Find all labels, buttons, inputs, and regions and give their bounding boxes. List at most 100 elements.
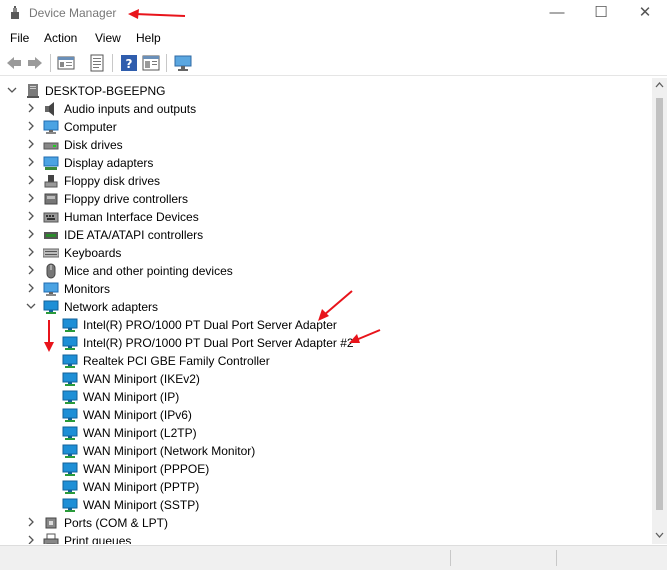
category-label: Monitors	[64, 282, 111, 296]
category-label: Audio inputs and outputs	[64, 102, 197, 116]
network-adapter-icon	[62, 354, 78, 368]
adapter-label: WAN Miniport (Network Monitor)	[83, 444, 256, 458]
adapter-label: WAN Miniport (PPPOE)	[83, 462, 210, 476]
tree-category[interactable]: Display adapters	[0, 154, 650, 172]
status-separator	[556, 550, 557, 566]
expand-chevron-icon[interactable]	[25, 120, 37, 132]
tree-category[interactable]: Human Interface Devices	[0, 208, 650, 226]
scroll-down-icon[interactable]	[654, 529, 665, 540]
expand-chevron-icon[interactable]	[25, 210, 37, 222]
adapter-label: WAN Miniport (L2TP)	[83, 426, 197, 440]
network-adapter-item[interactable]: WAN Miniport (SSTP)	[0, 496, 650, 514]
collapse-chevron-icon[interactable]	[25, 300, 37, 312]
expand-chevron-icon[interactable]	[25, 228, 37, 240]
back-icon[interactable]	[5, 54, 23, 72]
category-label: Human Interface Devices	[64, 210, 199, 224]
adapter-label: Intel(R) PRO/1000 PT Dual Port Server Ad…	[83, 318, 337, 332]
category-label: Floppy disk drives	[64, 174, 161, 188]
adapter-label: Realtek PCI GBE Family Controller	[83, 354, 270, 368]
forward-icon[interactable]	[26, 54, 44, 72]
tree-root-label: DESKTOP-BGEEPNG	[45, 84, 166, 98]
menu-bar: File Action View Help	[0, 28, 667, 50]
status-separator	[450, 550, 451, 566]
tree-category[interactable]: Computer	[0, 118, 650, 136]
category-label: Ports (COM & LPT)	[64, 516, 169, 530]
port-icon	[45, 517, 57, 529]
network-adapter-item[interactable]: WAN Miniport (PPPOE)	[0, 460, 650, 478]
network-adapter-icon	[62, 390, 78, 404]
adapter-label: WAN Miniport (IPv6)	[83, 408, 192, 422]
expand-chevron-icon[interactable]	[25, 174, 37, 186]
device-tree[interactable]: DESKTOP-BGEEPNG Audio inputs and outputs…	[0, 78, 652, 544]
tree-category[interactable]: Floppy disk drives	[0, 172, 650, 190]
menu-action[interactable]: Action	[44, 31, 77, 45]
network-adapter-item[interactable]: WAN Miniport (Network Monitor)	[0, 442, 650, 460]
network-adapter-item[interactable]: Intel(R) PRO/1000 PT Dual Port Server Ad…	[0, 316, 650, 334]
network-adapter-icon	[62, 498, 78, 512]
network-adapter-item[interactable]: WAN Miniport (L2TP)	[0, 424, 650, 442]
network-adapter-icon	[62, 426, 78, 440]
menu-help[interactable]: Help	[136, 31, 161, 45]
disk-drive-icon	[43, 142, 59, 150]
maximize-button[interactable]: ☐	[579, 0, 623, 28]
expand-chevron-icon[interactable]	[25, 102, 37, 114]
network-adapter-item[interactable]: Realtek PCI GBE Family Controller	[0, 352, 650, 370]
tree-category[interactable]: Mice and other pointing devices	[0, 262, 650, 280]
computer-icon	[43, 120, 59, 134]
toolbar-separator	[112, 54, 113, 72]
tree-category[interactable]: Ports (COM & LPT)	[0, 514, 650, 532]
tree-category-expanded[interactable]: Network adapters	[0, 298, 650, 316]
network-adapter-icon	[62, 372, 78, 386]
tree-category[interactable]: Monitors	[0, 280, 650, 298]
vertical-scrollbar[interactable]	[652, 78, 667, 544]
expand-chevron-icon[interactable]	[25, 516, 37, 528]
category-label: Keyboards	[64, 246, 122, 260]
hid-icon	[43, 212, 59, 223]
expand-chevron-icon[interactable]	[25, 138, 37, 150]
network-adapter-item[interactable]: WAN Miniport (PPTP)	[0, 478, 650, 496]
network-adapter-icon	[43, 300, 59, 314]
network-adapter-item[interactable]: WAN Miniport (IPv6)	[0, 406, 650, 424]
close-button[interactable]: ✕	[623, 0, 667, 28]
window-title: Device Manager	[29, 6, 117, 20]
tree-root[interactable]: DESKTOP-BGEEPNG	[0, 82, 650, 100]
category-label: IDE ATA/ATAPI controllers	[64, 228, 204, 242]
monitor-icon[interactable]	[174, 54, 192, 72]
tree-category[interactable]: Audio inputs and outputs	[0, 100, 650, 118]
menu-file[interactable]: File	[10, 31, 29, 45]
collapse-chevron-icon[interactable]	[6, 84, 18, 96]
network-adapter-item[interactable]: WAN Miniport (IP)	[0, 388, 650, 406]
keyboard-icon	[43, 248, 59, 258]
expand-chevron-icon[interactable]	[25, 534, 37, 544]
menu-view[interactable]: View	[95, 31, 121, 45]
svg-text:?: ?	[126, 57, 133, 71]
scrollbar-thumb[interactable]	[656, 98, 663, 510]
network-adapter-item[interactable]: Intel(R) PRO/1000 PT Dual Port Server Ad…	[0, 334, 650, 352]
category-label: Print queues	[64, 534, 132, 544]
minimize-icon: —	[549, 4, 565, 21]
tree-category[interactable]: IDE ATA/ATAPI controllers	[0, 226, 650, 244]
expand-chevron-icon[interactable]	[25, 264, 37, 276]
minimize-button[interactable]: —	[535, 0, 579, 28]
help-icon[interactable]: ?	[120, 54, 138, 72]
expand-chevron-icon[interactable]	[25, 246, 37, 258]
expand-chevron-icon[interactable]	[25, 282, 37, 294]
device-manager-app-icon	[11, 6, 19, 19]
tree-category[interactable]: Keyboards	[0, 244, 650, 262]
category-label: Mice and other pointing devices	[64, 264, 233, 278]
show-hidden-icon[interactable]	[88, 54, 106, 72]
scroll-up-icon[interactable]	[654, 80, 665, 91]
tree-category[interactable]: Print queues	[0, 532, 650, 544]
properties-icon[interactable]	[57, 54, 75, 72]
tree-category[interactable]: Disk drives	[0, 136, 650, 154]
action-pane-icon[interactable]	[142, 54, 160, 72]
adapter-label: WAN Miniport (SSTP)	[83, 498, 200, 512]
network-adapter-icon	[62, 318, 78, 332]
expand-chevron-icon[interactable]	[25, 156, 37, 168]
tree-category[interactable]: Floppy drive controllers	[0, 190, 650, 208]
adapter-label: WAN Miniport (IP)	[83, 390, 180, 404]
status-bar	[0, 545, 667, 570]
audio-icon	[45, 102, 54, 116]
expand-chevron-icon[interactable]	[25, 192, 37, 204]
network-adapter-item[interactable]: WAN Miniport (IKEv2)	[0, 370, 650, 388]
